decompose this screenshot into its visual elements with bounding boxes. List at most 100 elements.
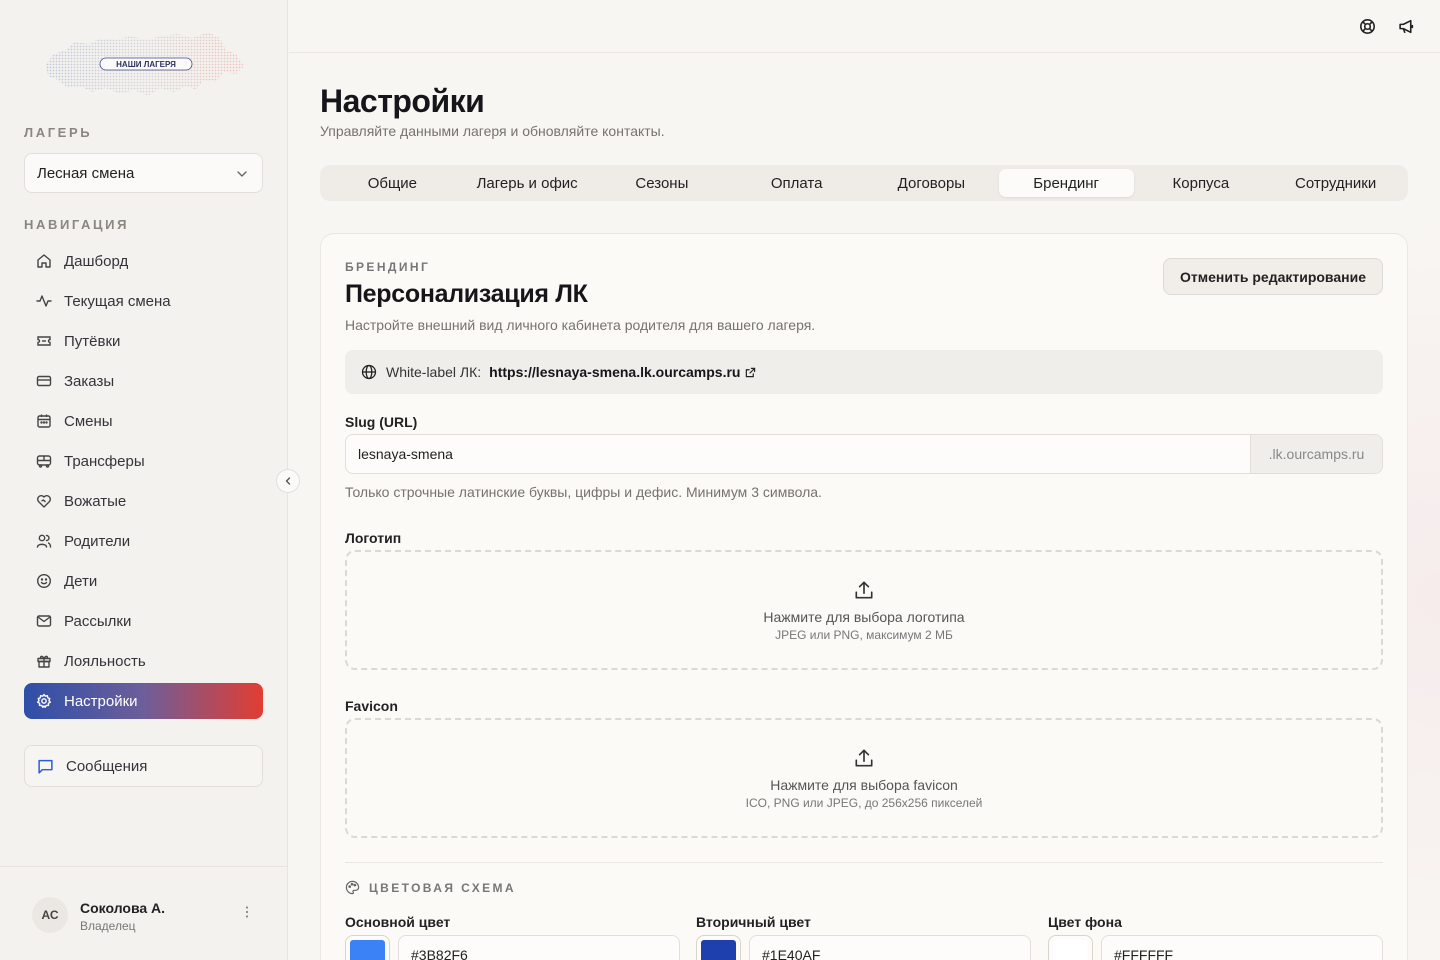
slug-value[interactable]: lesnaya-smena: [346, 435, 1250, 473]
logo[interactable]: НАШИ ЛАГЕРЯ: [40, 30, 246, 104]
secondary-color-input[interactable]: #1E40AF: [749, 935, 1031, 960]
sidebar-item-counselors[interactable]: Вожатые: [24, 483, 263, 519]
sidebar-item-label: Трансферы: [64, 452, 145, 470]
bus-icon: [36, 453, 52, 469]
settings-tabs: Общие Лагерь и офис Сезоны Оплата Догово…: [320, 165, 1408, 201]
page-subtitle: Управляйте данными лагеря и обновляйте к…: [320, 123, 665, 139]
sidebar-item-label: Путёвки: [64, 332, 121, 350]
megaphone-icon[interactable]: [1398, 18, 1415, 40]
secondary-color-swatch[interactable]: [696, 935, 741, 960]
avatar: АС: [32, 897, 68, 933]
white-label-label: White-label ЛК:: [386, 364, 482, 380]
logo-upload-note: JPEG или PNG, максимум 2 МБ: [775, 627, 953, 642]
tab-branding[interactable]: Брендинг: [998, 169, 1134, 197]
logo-label: Логотип: [345, 530, 402, 546]
camp-select-value: Лесная смена: [37, 164, 135, 182]
sidebar-item-transfers[interactable]: Трансферы: [24, 443, 263, 479]
sidebar-item-label: Смены: [64, 412, 113, 430]
tab-camp-office[interactable]: Лагерь и офис: [460, 169, 595, 197]
support-icon[interactable]: [1359, 18, 1376, 40]
background-color-input[interactable]: #FFFFFF: [1101, 935, 1383, 960]
background-color-swatch[interactable]: [1048, 935, 1093, 960]
cancel-edit-button[interactable]: Отменить редактирование: [1163, 258, 1383, 295]
sidebar-nav: Дашборд Текущая смена Путёвки Заказы Сме…: [24, 243, 263, 723]
logo-upload-dropzone[interactable]: Нажмите для выбора логотипа JPEG или PNG…: [345, 550, 1383, 670]
slug-input[interactable]: lesnaya-smena .lk.ourcamps.ru: [345, 434, 1383, 474]
ticket-icon: [36, 333, 52, 349]
messages-button[interactable]: Сообщения: [24, 745, 263, 787]
tab-general[interactable]: Общие: [325, 169, 460, 197]
sidebar-item-parents[interactable]: Родители: [24, 523, 263, 559]
slug-hint: Только строчные латинские буквы, цифры и…: [345, 484, 822, 500]
collapse-sidebar-button[interactable]: [276, 469, 300, 493]
sidebar-item-shifts[interactable]: Смены: [24, 403, 263, 439]
background-color-label: Цвет фона: [1048, 914, 1122, 930]
upload-icon: [853, 747, 875, 769]
sidebar-item-label: Вожатые: [64, 492, 127, 510]
gift-icon: [36, 653, 52, 669]
activity-icon: [36, 293, 52, 309]
favicon-upload-cta: Нажмите для выбора favicon: [770, 776, 958, 793]
white-label-link[interactable]: https://lesnaya-smena.lk.ourcamps.ru: [489, 364, 740, 380]
primary-color-swatch[interactable]: [345, 935, 390, 960]
sidebar-item-mailings[interactable]: Рассылки: [24, 603, 263, 639]
favicon-upload-note: ICO, PNG или JPEG, до 256x256 пикселей: [745, 795, 983, 810]
sidebar-item-label: Дети: [64, 572, 98, 590]
tab-seasons[interactable]: Сезоны: [595, 169, 730, 197]
camp-select[interactable]: Лесная смена: [24, 153, 263, 193]
credit-card-icon: [36, 373, 52, 389]
upload-icon: [853, 579, 875, 601]
primary-color-input[interactable]: #3B82F6: [398, 935, 680, 960]
sidebar-item-vouchers[interactable]: Путёвки: [24, 323, 263, 359]
card-title: Персонализация ЛК: [345, 280, 588, 308]
sidebar-item-loyalty[interactable]: Лояльность: [24, 643, 263, 679]
logo-text: НАШИ ЛАГЕРЯ: [116, 60, 176, 69]
chevron-down-icon: [236, 167, 248, 184]
tab-contracts[interactable]: Договоры: [864, 169, 999, 197]
sidebar-item-label: Дашборд: [64, 252, 129, 270]
tab-buildings[interactable]: Корпуса: [1134, 169, 1269, 197]
sidebar-item-current-shift[interactable]: Текущая смена: [24, 283, 263, 319]
message-square-icon: [37, 758, 54, 775]
slug-suffix: .lk.ourcamps.ru: [1250, 435, 1382, 473]
home-icon: [36, 253, 52, 269]
user-profile[interactable]: АС Соколова А. Владелец: [0, 866, 288, 960]
sidebar-item-children[interactable]: Дети: [24, 563, 263, 599]
smile-icon: [36, 573, 52, 589]
sidebar-item-label: Текущая смена: [64, 292, 171, 310]
branding-card: БРЕНДИНГ Персонализация ЛК Настройте вне…: [320, 233, 1408, 960]
card-subtitle: Настройте внешний вид личного кабинета р…: [345, 317, 816, 333]
more-vertical-icon[interactable]: [240, 905, 254, 924]
user-name: Соколова А.: [80, 900, 166, 916]
sidebar-item-label: Настройки: [64, 692, 138, 710]
topbar: [289, 0, 1440, 53]
tab-staff[interactable]: Сотрудники: [1268, 169, 1403, 197]
page-title: Настройки: [320, 83, 485, 119]
primary-color-field: Основной цвет #3B82F6: [345, 914, 680, 960]
chevron-left-icon: [283, 476, 293, 486]
sidebar-item-orders[interactable]: Заказы: [24, 363, 263, 399]
tab-payment[interactable]: Оплата: [729, 169, 864, 197]
sidebar-item-settings[interactable]: Настройки: [24, 683, 263, 719]
favicon-label: Favicon: [345, 698, 398, 714]
user-role: Владелец: [80, 919, 136, 933]
nav-section-label: НАВИГАЦИЯ: [24, 217, 130, 232]
palette-icon: [345, 880, 360, 895]
sidebar-item-label: Рассылки: [64, 612, 132, 630]
sidebar-item-label: Лояльность: [64, 652, 146, 670]
external-link-icon[interactable]: [745, 367, 756, 378]
camp-section-label: ЛАГЕРЬ: [24, 125, 93, 140]
primary-color-label: Основной цвет: [345, 914, 451, 930]
white-label-info: White-label ЛК: https://lesnaya-smena.lk…: [345, 350, 1383, 394]
sidebar-item-label: Заказы: [64, 372, 115, 390]
favicon-upload-dropzone[interactable]: Нажмите для выбора favicon ICO, PNG или …: [345, 718, 1383, 838]
secondary-color-label: Вторичный цвет: [696, 914, 811, 930]
slug-label: Slug (URL): [345, 414, 418, 430]
background-color-field: Цвет фона #FFFFFF: [1048, 914, 1383, 960]
color-scheme-heading: ЦВЕТОВАЯ СХЕМА: [345, 880, 516, 895]
sidebar-item-dashboard[interactable]: Дашборд: [24, 243, 263, 279]
messages-label: Сообщения: [66, 757, 148, 775]
mail-icon: [36, 613, 52, 629]
calendar-icon: [36, 413, 52, 429]
settings-icon: [36, 693, 52, 709]
